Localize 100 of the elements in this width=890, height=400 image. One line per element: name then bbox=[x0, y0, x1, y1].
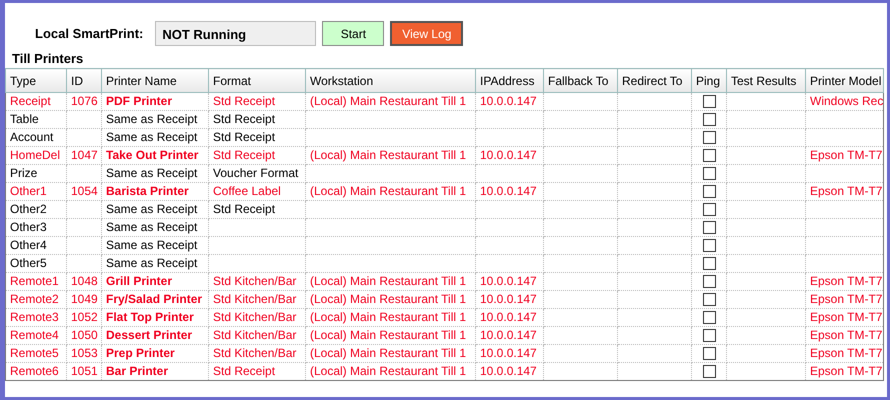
printer-name-cell: Dessert Printer bbox=[106, 328, 192, 342]
ping-checkbox[interactable] bbox=[702, 311, 716, 324]
type-cell: Receipt bbox=[10, 94, 51, 108]
id-cell: 1052 bbox=[71, 310, 98, 324]
type-cell: Prize bbox=[10, 166, 38, 180]
id-cell: 1053 bbox=[71, 346, 98, 360]
format-cell: Std Kitchen/Bar bbox=[213, 274, 296, 288]
printer-model-cell: Epson TM-T7 bbox=[810, 292, 882, 306]
printer-model-cell: Epson TM-T7 bbox=[810, 148, 882, 162]
type-cell: Remote6 bbox=[10, 364, 59, 378]
column-header[interactable]: IPAddress bbox=[476, 68, 544, 92]
format-cell: Coffee Label bbox=[213, 184, 281, 198]
start-button[interactable]: Start bbox=[322, 21, 384, 46]
id-cell: 1047 bbox=[71, 148, 98, 162]
printer-model-cell: Epson TM-T7 bbox=[810, 364, 882, 378]
printer-name-cell: Same as Receipt bbox=[106, 256, 198, 270]
ip-address-cell: 10.0.0.147 bbox=[480, 364, 537, 378]
printer-name-cell: PDF Printer bbox=[106, 94, 172, 108]
ping-checkbox[interactable] bbox=[702, 203, 716, 216]
printer-name-cell: Grill Printer bbox=[106, 274, 172, 288]
type-cell: Other1 bbox=[10, 184, 47, 198]
column-header[interactable]: Printer Model bbox=[806, 68, 884, 92]
format-cell: Std Kitchen/Bar bbox=[213, 346, 296, 360]
workstation-cell: (Local) Main Restaurant Till 1 bbox=[310, 346, 466, 360]
type-cell: Remote2 bbox=[10, 292, 59, 306]
format-cell: Std Receipt bbox=[213, 112, 276, 126]
id-cell: 1049 bbox=[71, 292, 98, 306]
format-cell: Std Receipt bbox=[213, 94, 276, 108]
printer-name-cell: Same as Receipt bbox=[106, 220, 198, 234]
column-header[interactable]: Ping bbox=[692, 68, 726, 92]
type-cell: Other2 bbox=[10, 202, 47, 216]
format-cell: Std Kitchen/Bar bbox=[213, 310, 296, 324]
type-cell: Table bbox=[10, 112, 39, 126]
printer-model-cell: Epson TM-T7 bbox=[810, 184, 882, 198]
printer-name-cell: Flat Top Printer bbox=[106, 310, 194, 324]
ping-checkbox[interactable] bbox=[702, 257, 716, 270]
printer-name-cell: Same as Receipt bbox=[106, 202, 198, 216]
id-cell: 1048 bbox=[71, 274, 98, 288]
ping-checkbox[interactable] bbox=[702, 239, 716, 252]
type-cell: Other4 bbox=[10, 238, 47, 252]
type-cell: HomeDel bbox=[10, 148, 60, 162]
column-header[interactable]: Redirect To bbox=[618, 68, 692, 92]
format-cell: Voucher Format bbox=[213, 166, 298, 180]
ip-address-cell: 10.0.0.147 bbox=[480, 328, 537, 342]
printer-name-cell: Prep Printer bbox=[106, 346, 175, 360]
column-header[interactable]: ID bbox=[66, 68, 102, 92]
printer-model-cell: Epson TM-T7 bbox=[810, 274, 882, 288]
ping-checkbox[interactable] bbox=[702, 365, 716, 378]
type-cell: Remote5 bbox=[10, 346, 59, 360]
format-cell: Std Receipt bbox=[213, 364, 276, 378]
type-cell: Other5 bbox=[10, 256, 47, 270]
workstation-cell: (Local) Main Restaurant Till 1 bbox=[310, 274, 466, 288]
printer-name-cell: Same as Receipt bbox=[106, 238, 198, 252]
id-cell: 1051 bbox=[71, 364, 98, 378]
printer-model-cell: Epson TM-T7 bbox=[810, 310, 882, 324]
printer-model-cell: Epson TM-T7 bbox=[810, 328, 882, 342]
workstation-cell: (Local) Main Restaurant Till 1 bbox=[310, 310, 466, 324]
printer-model-cell: Windows Rec bbox=[810, 94, 884, 108]
id-cell: 1050 bbox=[71, 328, 98, 342]
workstation-cell: (Local) Main Restaurant Till 1 bbox=[310, 292, 466, 306]
printer-name-cell: Same as Receipt bbox=[106, 130, 198, 144]
ping-checkbox[interactable] bbox=[702, 221, 716, 234]
type-cell: Account bbox=[10, 130, 54, 144]
ping-checkbox[interactable] bbox=[702, 149, 716, 162]
column-header[interactable]: Fallback To bbox=[544, 68, 618, 92]
format-cell: Std Receipt bbox=[213, 130, 276, 144]
ping-checkbox[interactable] bbox=[702, 113, 716, 126]
column-header[interactable]: Workstation bbox=[306, 68, 476, 92]
ping-checkbox[interactable] bbox=[702, 185, 716, 198]
printer-name-cell: Fry/Salad Printer bbox=[106, 292, 202, 306]
ping-checkbox[interactable] bbox=[702, 131, 716, 144]
workstation-cell: (Local) Main Restaurant Till 1 bbox=[310, 184, 466, 198]
printer-name-cell: Barista Printer bbox=[106, 184, 189, 198]
printer-name-cell: Same as Receipt bbox=[106, 166, 198, 180]
ip-address-cell: 10.0.0.147 bbox=[480, 310, 537, 324]
type-cell: Remote3 bbox=[10, 310, 59, 324]
column-header[interactable]: Format bbox=[208, 68, 306, 92]
status-field: NOT Running bbox=[155, 21, 316, 46]
column-header[interactable]: Printer Name bbox=[102, 68, 208, 92]
printer-name-cell: Same as Receipt bbox=[106, 112, 198, 126]
ip-address-cell: 10.0.0.147 bbox=[480, 274, 537, 288]
printer-name-cell: Bar Printer bbox=[106, 364, 168, 378]
printer-name-cell: Take Out Printer bbox=[106, 148, 198, 162]
ping-checkbox[interactable] bbox=[702, 293, 716, 306]
column-header[interactable]: Test Results bbox=[726, 68, 806, 92]
type-cell: Remote1 bbox=[10, 274, 59, 288]
workstation-cell: (Local) Main Restaurant Till 1 bbox=[310, 364, 466, 378]
ping-checkbox[interactable] bbox=[702, 275, 716, 288]
format-cell: Std Receipt bbox=[213, 148, 276, 162]
workstation-cell: (Local) Main Restaurant Till 1 bbox=[310, 94, 466, 108]
ip-address-cell: 10.0.0.147 bbox=[480, 94, 537, 108]
status-label: Local SmartPrint: bbox=[35, 26, 144, 41]
ip-address-cell: 10.0.0.147 bbox=[480, 346, 537, 360]
ping-checkbox[interactable] bbox=[702, 329, 716, 342]
ping-checkbox[interactable] bbox=[702, 167, 716, 180]
column-header[interactable]: Type bbox=[6, 68, 66, 92]
workstation-cell: (Local) Main Restaurant Till 1 bbox=[310, 148, 466, 162]
format-cell: Std Receipt bbox=[213, 202, 276, 216]
ping-checkbox[interactable] bbox=[702, 95, 716, 108]
ping-checkbox[interactable] bbox=[702, 347, 716, 360]
